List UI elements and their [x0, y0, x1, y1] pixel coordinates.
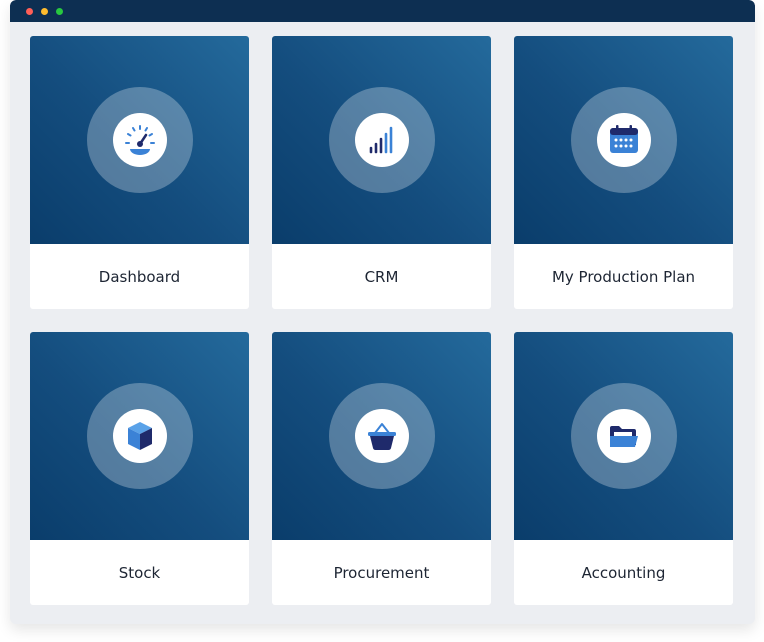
cube-icon [113, 409, 167, 463]
tile-stock[interactable]: Stock [30, 332, 249, 605]
tile-dashboard[interactable]: Dashboard [30, 36, 249, 309]
tile-my-production-plan[interactable]: My Production Plan [514, 36, 733, 309]
basket-icon [355, 409, 409, 463]
tile-artwork [272, 332, 491, 540]
tile-accounting[interactable]: Accounting [514, 332, 733, 605]
calendar-icon [597, 113, 651, 167]
bar-chart-icon [355, 113, 409, 167]
maximize-window-button[interactable] [56, 8, 63, 15]
minimize-window-button[interactable] [41, 8, 48, 15]
tile-label: Stock [118, 563, 161, 582]
tile-label: Accounting [581, 563, 666, 582]
folder-icon [597, 409, 651, 463]
tile-artwork [514, 332, 733, 540]
tile-label: My Production Plan [551, 267, 696, 286]
window-titlebar [10, 0, 755, 22]
tile-crm[interactable]: CRM [272, 36, 491, 309]
tile-artwork [30, 36, 249, 244]
speedometer-icon [113, 113, 167, 167]
tile-procurement[interactable]: Procurement [272, 332, 491, 605]
tile-label: Procurement [333, 563, 430, 582]
tile-label: CRM [364, 267, 399, 286]
tile-artwork [514, 36, 733, 244]
tile-label: Dashboard [98, 267, 181, 286]
tile-artwork [30, 332, 249, 540]
app-window: Dashboard CRM My Production Plan Stock P… [10, 0, 755, 624]
tile-artwork [272, 36, 491, 244]
close-window-button[interactable] [26, 8, 33, 15]
